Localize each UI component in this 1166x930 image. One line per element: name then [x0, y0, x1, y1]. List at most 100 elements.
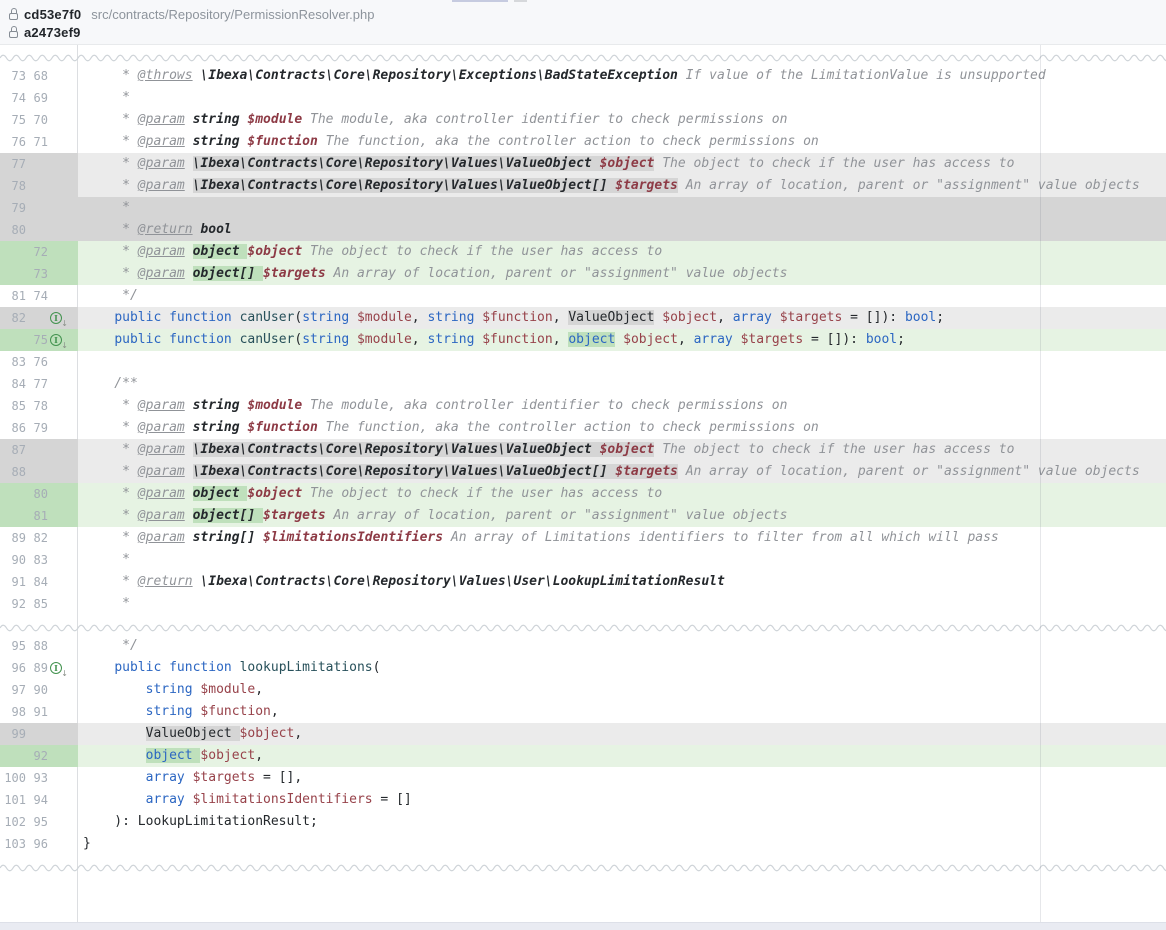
code-line[interactable]: 9790 string $module,	[0, 679, 1166, 701]
line-numbers: 92	[0, 745, 78, 767]
line-number-new: 89	[28, 657, 48, 679]
code-content: array $targets = [],	[78, 767, 1166, 789]
code-line[interactable]: 88 * @param \Ibexa\Contracts\Core\Reposi…	[0, 461, 1166, 483]
gutter-icon-slot	[50, 576, 66, 589]
code-line[interactable]: 9689I↓ public function lookupLimitations…	[0, 657, 1166, 679]
line-number-new: 81	[28, 505, 48, 527]
line-numbers: 8477	[0, 373, 78, 395]
collapsed-region-separator[interactable]	[0, 855, 1166, 875]
code-line[interactable]: 81 * @param object[] $targets An array o…	[0, 505, 1166, 527]
code-content: string $module,	[78, 679, 1166, 701]
code-line[interactable]: 99 ValueObject $object,	[0, 723, 1166, 745]
code-line[interactable]: 7570 * @param string $module The module,…	[0, 109, 1166, 131]
line-number-old: 77	[2, 153, 26, 175]
code-line[interactable]: 10396}	[0, 833, 1166, 855]
line-numbers: 80	[0, 219, 78, 241]
code-content: public function lookupLimitations(	[78, 657, 1166, 679]
line-number-new: 85	[28, 593, 48, 615]
collapsed-region-separator[interactable]	[0, 45, 1166, 65]
code-content: * @param \Ibexa\Contracts\Core\Repositor…	[78, 439, 1166, 461]
line-numbers: 73	[0, 263, 78, 285]
code-line[interactable]: 8982 * @param string[] $limitationsIdent…	[0, 527, 1166, 549]
implemented-method-icon[interactable]: I↓	[50, 662, 63, 675]
code-content	[78, 351, 1166, 373]
code-line[interactable]: 9083 *	[0, 549, 1166, 571]
line-numbers: 7570	[0, 109, 78, 131]
code-content: }	[78, 833, 1166, 855]
code-line[interactable]: 8578 * @param string $module The module,…	[0, 395, 1166, 417]
commit-hash-old[interactable]: cd53e7f0	[24, 7, 81, 22]
line-number-new: 94	[28, 789, 48, 811]
line-number-old: 88	[2, 461, 26, 483]
code-line[interactable]: 80 * @return bool	[0, 219, 1166, 241]
line-number-old: 79	[2, 197, 26, 219]
line-number-old: 98	[2, 701, 26, 723]
code-line[interactable]: 92 object $object,	[0, 745, 1166, 767]
line-numbers: 8679	[0, 417, 78, 439]
gutter-icon-slot: I↓	[50, 662, 66, 675]
code-content: string $function,	[78, 701, 1166, 723]
code-line[interactable]: 79 *	[0, 197, 1166, 219]
code-line[interactable]: 73 * @param object[] $targets An array o…	[0, 263, 1166, 285]
code-line[interactable]: 80 * @param object $object The object to…	[0, 483, 1166, 505]
code-content: object $object,	[78, 745, 1166, 767]
code-line[interactable]: 9588 */	[0, 635, 1166, 657]
line-numbers: 9588	[0, 635, 78, 657]
line-numbers: 82I↓	[0, 307, 78, 329]
bottom-scrollbar-track[interactable]	[0, 922, 1166, 930]
code-line[interactable]: 10093 array $targets = [],	[0, 767, 1166, 789]
gutter-icon-slot	[50, 510, 66, 523]
code-line[interactable]: 9891 string $function,	[0, 701, 1166, 723]
line-number-old: 100	[2, 767, 26, 789]
code-line[interactable]: 8679 * @param string $function The funct…	[0, 417, 1166, 439]
line-number-old: 75	[2, 109, 26, 131]
code-line[interactable]: 10194 array $limitationsIdentifiers = []	[0, 789, 1166, 811]
code-line[interactable]: 7671 * @param string $function The funct…	[0, 131, 1166, 153]
line-numbers: 99	[0, 723, 78, 745]
line-number-new: 79	[28, 417, 48, 439]
line-number-old: 91	[2, 571, 26, 593]
code-line[interactable]: 10295 ): LookupLimitationResult;	[0, 811, 1166, 833]
commit-hash-new[interactable]: a2473ef9	[24, 25, 81, 40]
line-number-old: 102	[2, 811, 26, 833]
line-numbers: 7368	[0, 65, 78, 87]
code-line[interactable]: 8477 /**	[0, 373, 1166, 395]
code-line[interactable]: 82I↓ public function canUser(string $mod…	[0, 307, 1166, 329]
gutter-icon-slot	[50, 136, 66, 149]
code-content: array $limitationsIdentifiers = []	[78, 789, 1166, 811]
implemented-method-icon[interactable]: I↓	[50, 312, 63, 325]
code-line[interactable]: 87 * @param \Ibexa\Contracts\Core\Reposi…	[0, 439, 1166, 461]
gutter-icon-slot	[50, 70, 66, 83]
diff-body: 7368 * @throws \Ibexa\Contracts\Core\Rep…	[0, 45, 1166, 922]
line-numbers: 8174	[0, 285, 78, 307]
code-content: * @return bool	[78, 219, 1166, 241]
line-number-new: 74	[28, 285, 48, 307]
implemented-method-icon[interactable]: I↓	[50, 334, 63, 347]
code-line[interactable]: 9184 * @return \Ibexa\Contracts\Core\Rep…	[0, 571, 1166, 593]
line-numbers: 10295	[0, 811, 78, 833]
gutter-icon-slot	[50, 640, 66, 653]
code-line[interactable]: 77 * @param \Ibexa\Contracts\Core\Reposi…	[0, 153, 1166, 175]
code-line[interactable]: 7469 *	[0, 87, 1166, 109]
code-line[interactable]: 78 * @param \Ibexa\Contracts\Core\Reposi…	[0, 175, 1166, 197]
gutter-icon-slot	[50, 706, 66, 719]
code-line[interactable]: 75I↓ public function canUser(string $mod…	[0, 329, 1166, 351]
code-line[interactable]: 9285 *	[0, 593, 1166, 615]
line-number-new: 83	[28, 549, 48, 571]
line-number-old: 90	[2, 549, 26, 571]
line-numbers: 9184	[0, 571, 78, 593]
line-numbers: 7469	[0, 87, 78, 109]
code-line[interactable]: 8174 */	[0, 285, 1166, 307]
collapsed-region-separator[interactable]	[0, 615, 1166, 635]
code-line[interactable]: 7368 * @throws \Ibexa\Contracts\Core\Rep…	[0, 65, 1166, 87]
code-content: * @param object[] $targets An array of l…	[78, 263, 1166, 285]
line-number-old: 74	[2, 87, 26, 109]
line-numbers: 9790	[0, 679, 78, 701]
code-line[interactable]: 8376	[0, 351, 1166, 373]
line-number-old: 73	[2, 65, 26, 87]
line-numbers: 9083	[0, 549, 78, 571]
diff-lines: 7368 * @throws \Ibexa\Contracts\Core\Rep…	[0, 45, 1166, 875]
gutter-icon-slot	[50, 598, 66, 611]
lock-icon	[8, 8, 19, 21]
code-line[interactable]: 72 * @param object $object The object to…	[0, 241, 1166, 263]
